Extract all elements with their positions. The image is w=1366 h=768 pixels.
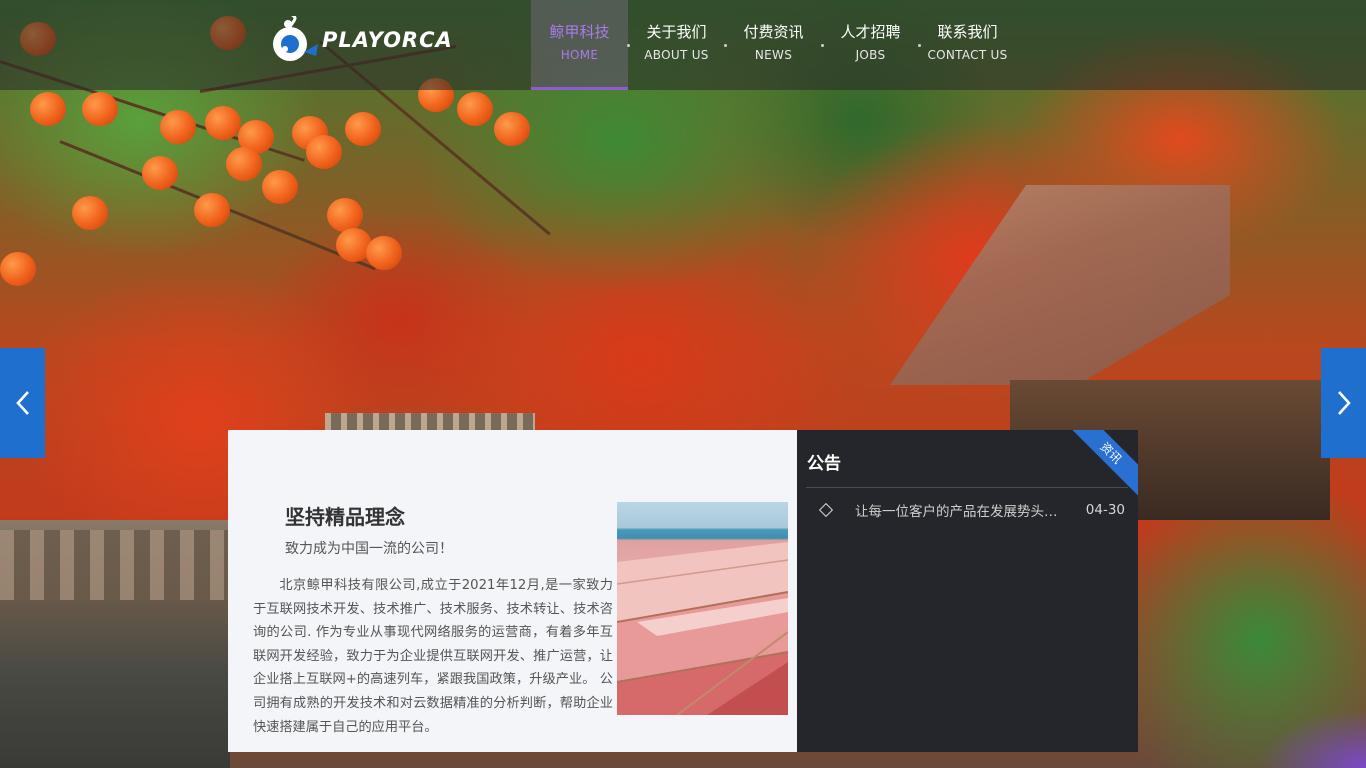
nav-label-en: NEWS — [754, 47, 793, 62]
slider-prev-button[interactable] — [0, 348, 45, 458]
nav-item-jobs[interactable]: 人才招聘 JOBS — [822, 0, 921, 90]
about-card: 坚持精品理念 致力成为中国一流的公司！ 北京鲸甲科技有限公司,成立于2021年1… — [228, 430, 797, 752]
slider-next-button[interactable] — [1321, 348, 1366, 458]
logo-text: PLAYORCA — [322, 28, 453, 52]
notice-panel: 公告 资讯 让每一位客户的产品在发展势头… 04-30 — [797, 430, 1138, 752]
nav-item-contact[interactable]: 联系我们 CONTACT US — [919, 0, 1016, 90]
nav-label-zh: 鲸甲科技 — [549, 22, 610, 41]
site-header: PLAYORCA 鲸甲科技 HOME 关于我们 ABOUT US 付费资讯 NE… — [0, 0, 1366, 90]
orca-logo-icon — [268, 13, 320, 64]
nav-label-en: CONTACT US — [927, 47, 1008, 62]
brand-logo[interactable]: PLAYORCA — [268, 13, 452, 64]
about-description: 北京鲸甲科技有限公司,成立于2021年12月,是一家致力于互联网技术开发、技术推… — [253, 578, 613, 735]
notice-list-item[interactable]: 让每一位客户的产品在发展势头… 04-30 — [818, 500, 1125, 520]
nav-item-home[interactable]: 鲸甲科技 HOME — [531, 0, 630, 90]
nav-label-en: JOBS — [855, 47, 886, 62]
notice-item-title: 让每一位客户的产品在发展势头… — [855, 504, 1058, 520]
diamond-bullet-icon — [818, 502, 834, 518]
chevron-right-icon — [1337, 391, 1351, 415]
about-title: 坚持精品理念 — [285, 505, 405, 529]
nav-label-zh: 关于我们 — [646, 22, 707, 41]
ribbon-label: 资讯 — [1097, 439, 1125, 467]
nav-item-news[interactable]: 付费资讯 NEWS — [725, 0, 824, 90]
main-nav: 鲸甲科技 HOME 关于我们 ABOUT US 付费资讯 NEWS 人才招聘 J… — [531, 0, 1016, 90]
nav-label-en: ABOUT US — [644, 47, 709, 62]
nav-label-zh: 人才招聘 — [840, 22, 901, 41]
news-ribbon-badge: 资讯 — [1064, 430, 1138, 500]
notice-divider — [806, 487, 1128, 488]
nav-label-zh: 联系我们 — [937, 22, 998, 41]
about-subtitle: 致力成为中国一流的公司！ — [285, 541, 453, 557]
notice-item-date: 04-30 — [1085, 502, 1125, 518]
chevron-left-icon — [15, 391, 29, 415]
notice-title: 公告 — [807, 454, 841, 474]
nav-label-en: HOME — [560, 47, 599, 62]
nav-item-about[interactable]: 关于我们 ABOUT US — [628, 0, 727, 90]
salt-field-photo — [617, 502, 788, 715]
nav-label-zh: 付费资讯 — [743, 22, 804, 41]
